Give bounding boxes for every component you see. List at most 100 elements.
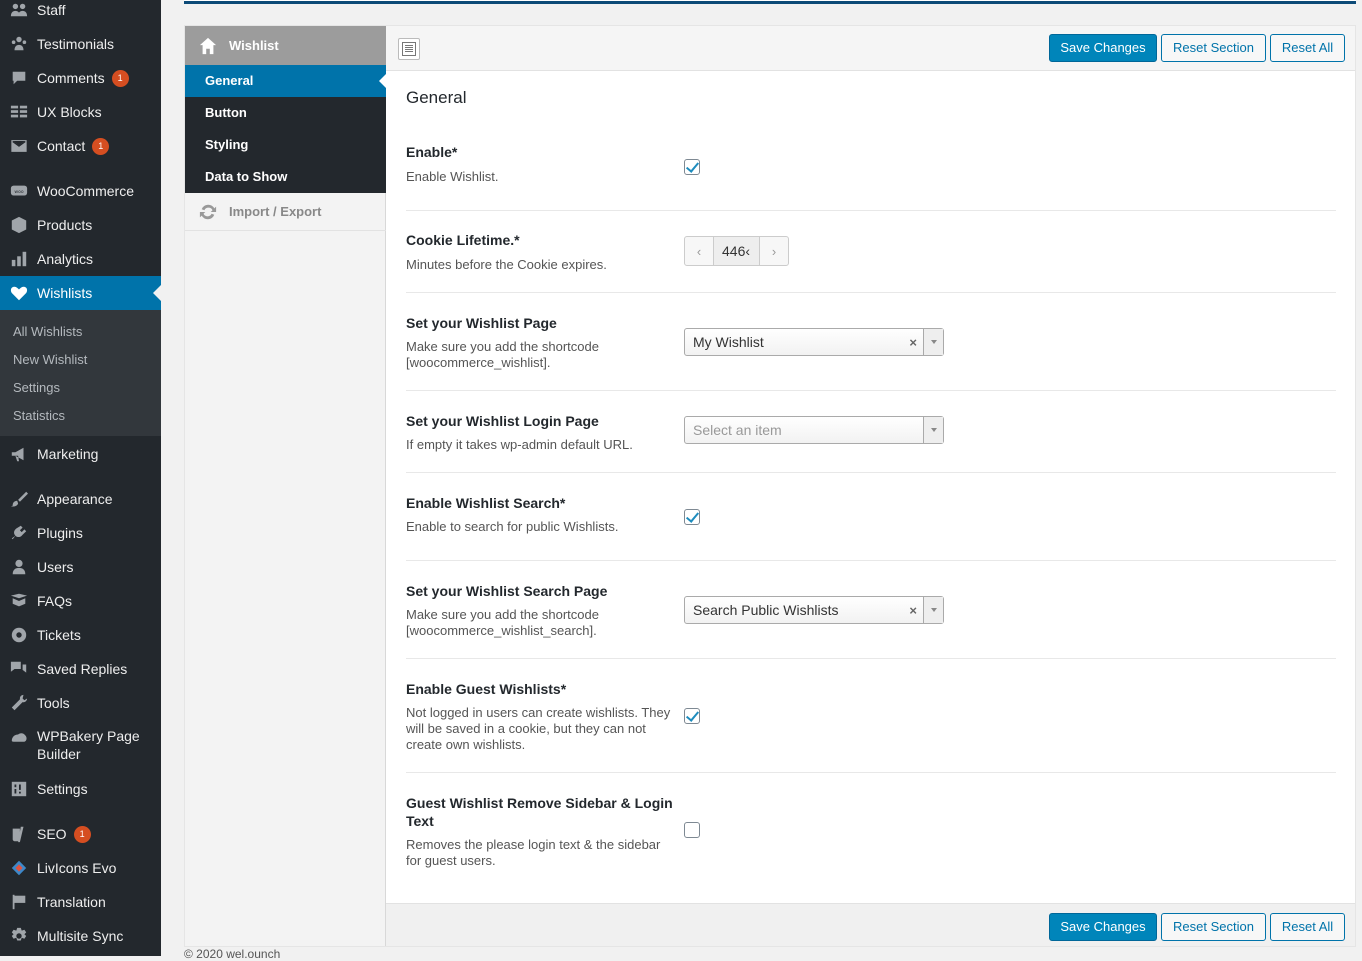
guest-wishlists-checkbox[interactable] — [684, 708, 700, 724]
login-page-select[interactable]: Select an item — [684, 416, 944, 444]
options-main: Save Changes Reset Section Reset All Gen… — [386, 26, 1355, 946]
sidebar-item-translation[interactable]: Translation — [0, 892, 161, 912]
sidebar-item-ux-blocks[interactable]: UX Blocks — [0, 102, 161, 122]
wishlist-page-select[interactable]: My Wishlist × — [684, 328, 944, 356]
enable-checkbox[interactable] — [684, 159, 700, 175]
sidebar-item-woocommerce[interactable]: woo WooCommerce — [0, 181, 161, 201]
comments-icon — [9, 68, 29, 88]
tab-button[interactable]: Button — [185, 97, 386, 129]
refresh-icon — [199, 203, 217, 221]
sidebar-item-label: Tools — [37, 695, 70, 711]
sidebar-item-faqs[interactable]: FAQs — [0, 591, 161, 611]
expand-layout-icon[interactable] — [398, 38, 420, 60]
sidebar-item-label: Multisite Sync — [37, 928, 124, 944]
clear-icon[interactable]: × — [909, 335, 917, 350]
products-icon — [9, 215, 29, 235]
woocommerce-icon: woo — [9, 181, 29, 201]
tickets-icon — [9, 625, 29, 645]
admin-sidebar: Staff Testimonials Comments 1 UX Blocks … — [0, 0, 161, 956]
sidebar-item-comments[interactable]: Comments 1 — [0, 68, 161, 88]
admin-footer-text: © 2020 wel.ounch — [184, 947, 281, 961]
wishlist-subtabs: General Button Styling Data to Show — [185, 65, 386, 193]
reset-all-button-bottom[interactable]: Reset All — [1270, 913, 1345, 941]
submenu-item-all-wishlists[interactable]: All Wishlists — [13, 324, 82, 339]
options-tabs: Wishlist General Button Styling Data to … — [185, 26, 386, 946]
sidebar-item-multisite-sync[interactable]: Multisite Sync — [0, 926, 161, 946]
sidebar-item-tools[interactable]: Tools — [0, 693, 161, 713]
sidebar-item-tickets[interactable]: Tickets — [0, 625, 161, 645]
sidebar-item-users[interactable]: Users — [0, 557, 161, 577]
sidebar-item-testimonials[interactable]: Testimonials — [0, 34, 161, 54]
users-icon — [9, 557, 29, 577]
sidebar-item-livicons[interactable]: LivIcons Evo — [0, 858, 161, 878]
chevron-down-icon[interactable] — [923, 329, 943, 355]
sidebar-item-wpbakery[interactable]: WPBakery Page Builder — [0, 727, 161, 765]
sidebar-item-label: Appearance — [37, 491, 113, 507]
tab-data-to-show[interactable]: Data to Show — [185, 161, 386, 193]
guest-remove-sidebar-checkbox[interactable] — [684, 822, 700, 838]
options-header: Save Changes Reset Section Reset All — [386, 26, 1355, 71]
sidebar-item-label: Saved Replies — [37, 661, 128, 677]
sidebar-item-analytics[interactable]: Analytics — [0, 249, 161, 269]
settings-icon — [9, 779, 29, 799]
chevron-down-icon[interactable] — [923, 597, 943, 623]
submenu-item-statistics[interactable]: Statistics — [13, 408, 65, 423]
sidebar-item-label: Contact — [37, 138, 86, 154]
sidebar-item-seo[interactable]: SEO 1 — [0, 824, 161, 844]
cookie-lifetime-input[interactable]: 446‹ — [713, 237, 760, 265]
sidebar-item-label: Wishlists — [37, 285, 93, 301]
field-title: Enable Guest Wishlists* — [406, 681, 567, 697]
flag-icon — [9, 892, 29, 912]
sidebar-item-label: Settings — [37, 781, 88, 797]
sidebar-item-plugins[interactable]: Plugins — [0, 523, 161, 543]
increment-icon[interactable]: › — [760, 237, 788, 265]
home-icon — [199, 37, 217, 55]
sidebar-item-label: Translation — [37, 894, 106, 910]
reset-section-button[interactable]: Reset Section — [1161, 34, 1266, 62]
submenu-item-new-wishlist[interactable]: New Wishlist — [13, 352, 87, 367]
megaphone-icon — [9, 444, 29, 464]
cookie-lifetime-spinner[interactable]: ‹ 446‹ › — [684, 236, 789, 266]
sidebar-item-label: Testimonials — [37, 36, 115, 52]
sidebar-item-saved-replies[interactable]: Saved Replies — [0, 659, 161, 679]
sidebar-item-marketing[interactable]: Marketing — [0, 444, 161, 464]
sidebar-item-label: LivIcons Evo — [37, 860, 117, 876]
reset-section-button-bottom[interactable]: Reset Section — [1161, 913, 1266, 941]
sidebar-item-appearance[interactable]: Appearance — [0, 489, 161, 509]
plugin-icon — [9, 523, 29, 543]
sidebar-item-staff[interactable]: Staff — [0, 0, 161, 20]
field-desc: Enable Wishlist. — [406, 169, 499, 184]
sidebar-item-label: UX Blocks — [37, 104, 102, 120]
clear-icon[interactable]: × — [909, 603, 917, 618]
analytics-icon — [9, 249, 29, 269]
sidebar-item-products[interactable]: Products — [0, 215, 161, 235]
tab-general[interactable]: General — [185, 65, 386, 97]
save-changes-button-bottom[interactable]: Save Changes — [1049, 913, 1157, 941]
field-title: Enable Wishlist Search* — [406, 495, 566, 511]
testimonials-icon — [9, 34, 29, 54]
select-placeholder: Select an item — [693, 422, 782, 438]
save-changes-button[interactable]: Save Changes — [1049, 34, 1157, 62]
field-guest-remove-sidebar: Guest Wishlist Remove Sidebar & Login Te… — [406, 773, 1336, 895]
sidebar-item-settings[interactable]: Settings — [0, 779, 161, 799]
tab-styling[interactable]: Styling — [185, 129, 386, 161]
tab-wishlist[interactable]: Wishlist — [185, 26, 386, 65]
decrement-icon[interactable]: ‹ — [685, 237, 713, 265]
sidebar-item-label: Products — [37, 217, 93, 233]
search-page-select[interactable]: Search Public Wishlists × — [684, 596, 944, 624]
select-value: Search Public Wishlists — [693, 602, 839, 618]
current-arrow — [153, 285, 161, 301]
sidebar-item-wishlists[interactable]: Wishlists — [0, 276, 161, 310]
seo-count-badge: 1 — [73, 825, 91, 843]
submenu-item-settings[interactable]: Settings — [13, 380, 60, 395]
field-title: Set your Wishlist Login Page — [406, 413, 599, 429]
chevron-down-icon[interactable] — [923, 417, 943, 443]
field-title: Cookie Lifetime.* — [406, 232, 520, 248]
sidebar-item-contact[interactable]: Contact 1 — [0, 136, 161, 156]
contact-icon — [9, 136, 29, 156]
reset-all-button[interactable]: Reset All — [1270, 34, 1345, 62]
field-desc: Minutes before the Cookie expires. — [406, 257, 607, 272]
field-title: Enable* — [406, 144, 458, 160]
tab-import-export[interactable]: Import / Export — [185, 193, 386, 231]
wishlist-search-checkbox[interactable] — [684, 509, 700, 525]
